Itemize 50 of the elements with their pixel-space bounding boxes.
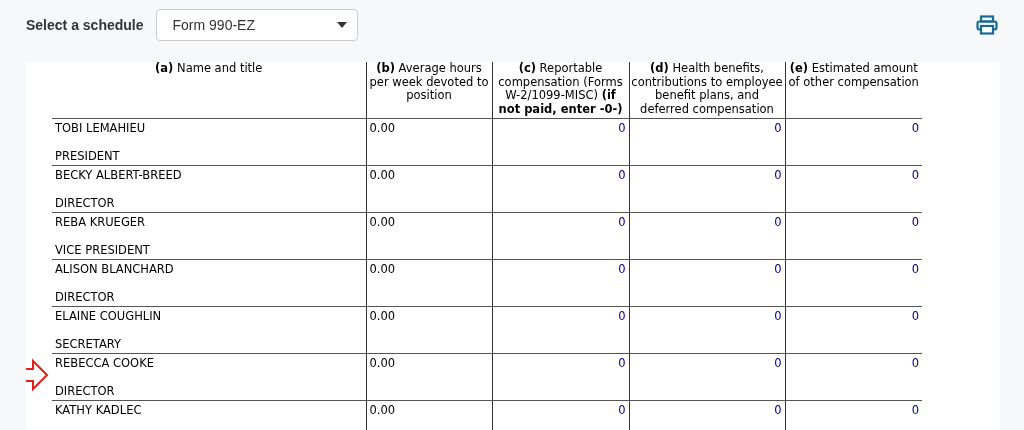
person-title: DIRECTOR: [55, 384, 116, 398]
column-header: (a) Name and title: [155, 62, 263, 75]
amount-value: 0: [911, 215, 919, 229]
amount-value: 0: [618, 309, 626, 323]
hours-value: 0.00: [369, 356, 396, 370]
person-title: PRESIDENT: [55, 149, 121, 163]
hours-value: 0.00: [369, 262, 396, 276]
hours-value: 0.00: [369, 168, 396, 182]
amount-value: 0: [911, 403, 919, 417]
column-header: (c) Reportable compensation (Forms W-2/1099-MISC) (if not paid, enter -0-): [498, 62, 623, 116]
person-name: BECKY ALBERT-BREED: [55, 168, 183, 182]
hours-value: 0.00: [369, 121, 396, 135]
person-name: REBECCA COOKE: [55, 356, 155, 370]
person-title: SECRETARY: [55, 337, 123, 351]
column-header: (b) Average hours per week devoted to position: [369, 62, 489, 102]
amount-value: 0: [911, 356, 919, 370]
schedule-select[interactable]: Form 990-EZ: [155, 9, 358, 41]
hours-value: 0.00: [369, 215, 396, 229]
hours-value: 0.00: [369, 403, 396, 417]
person-name: ALISON BLANCHARD: [55, 262, 175, 276]
amount-value: 0: [618, 168, 626, 182]
person-name: REBA KRUEGER: [55, 215, 147, 229]
hours-value: 0.00: [369, 309, 396, 323]
amount-value: 0: [618, 121, 626, 135]
person-title: VICE PRESIDENT: [55, 243, 151, 257]
person-name: KATHY KADLEC: [55, 403, 143, 417]
amount-value: 0: [618, 262, 626, 276]
caret-icon: [336, 22, 347, 28]
person-title: DIRECTOR: [55, 196, 116, 210]
amount-value: 0: [911, 309, 919, 323]
amount-value: 0: [774, 356, 782, 370]
amount-value: 0: [774, 262, 782, 276]
schedule-label: Select a schedule: [26, 17, 144, 33]
amount-value: 0: [774, 403, 782, 417]
amount-value: 0: [774, 309, 782, 323]
amount-value: 0: [911, 168, 919, 182]
person-name: TOBI LEMAHIEU: [55, 121, 147, 135]
amount-value: 0: [618, 356, 626, 370]
amount-value: 0: [618, 215, 626, 229]
amount-value: 0: [774, 168, 782, 182]
amount-value: 0: [618, 403, 626, 417]
print-icon[interactable]: [976, 15, 998, 35]
person-title: DIRECTOR: [55, 290, 116, 304]
column-header: (e) Estimated amount of other compensation: [788, 62, 919, 89]
amount-value: 0: [774, 121, 782, 135]
column-header: (d) Health benefits, contributions to employee benefit plans, and deferred compensation: [631, 62, 783, 116]
amount-value: 0: [911, 262, 919, 276]
amount-value: 0: [911, 121, 919, 135]
amount-value: 0: [774, 215, 782, 229]
person-name: ELAINE COUGHLIN: [55, 309, 163, 323]
